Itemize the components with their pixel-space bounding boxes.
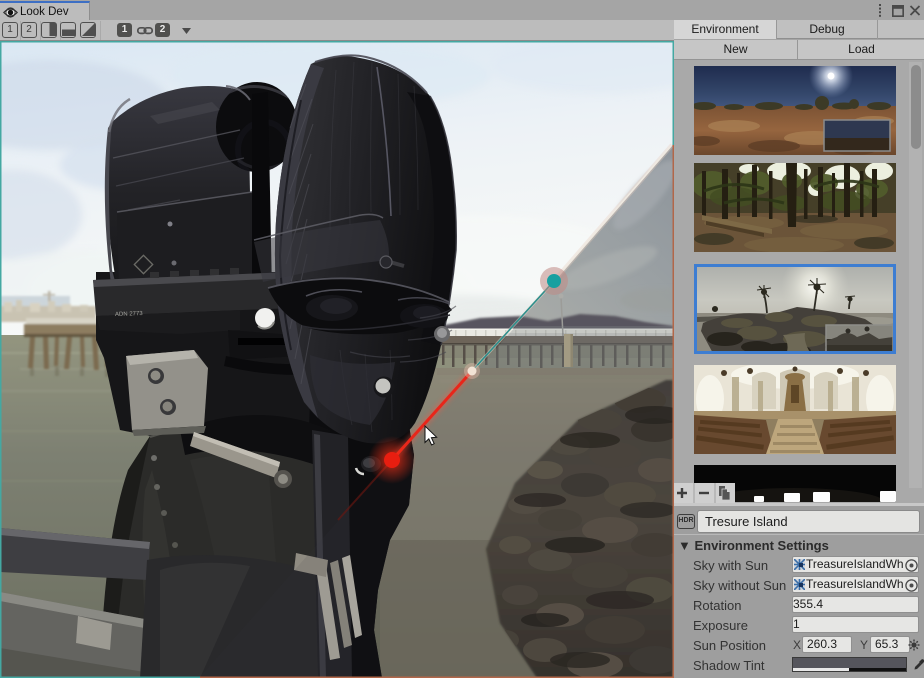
svg-text:ADN 2773: ADN 2773: [115, 311, 144, 318]
